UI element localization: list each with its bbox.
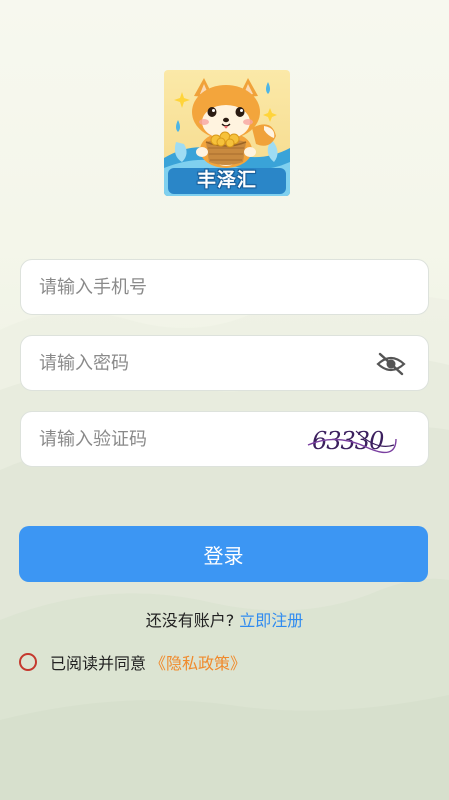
register-link[interactable]: 立即注册 xyxy=(239,611,303,630)
agreement-text: 已阅读并同意 xyxy=(50,654,147,673)
login-button[interactable]: 登录 xyxy=(19,526,428,582)
password-field[interactable] xyxy=(20,335,429,391)
app-name-text: 丰泽汇 xyxy=(196,169,257,191)
app-logo: 丰泽汇 xyxy=(164,70,290,196)
register-prompt: 还没有账户? xyxy=(145,611,235,630)
captcha-input[interactable] xyxy=(39,412,279,466)
phone-field[interactable] xyxy=(20,259,429,315)
privacy-policy-link[interactable]: 《隐私政策》 xyxy=(150,650,246,674)
eye-off-icon[interactable] xyxy=(376,351,406,377)
agreement-row: 已阅读并同意 《隐私政策》 xyxy=(19,650,246,674)
phone-input[interactable] xyxy=(39,260,359,314)
agreement-radio[interactable] xyxy=(19,653,37,671)
password-input[interactable] xyxy=(39,336,359,390)
register-row: 还没有账户? 立即注册 xyxy=(0,607,449,631)
captcha-image[interactable]: 63330 xyxy=(306,425,398,455)
captcha-field[interactable]: 63330 xyxy=(20,411,429,467)
